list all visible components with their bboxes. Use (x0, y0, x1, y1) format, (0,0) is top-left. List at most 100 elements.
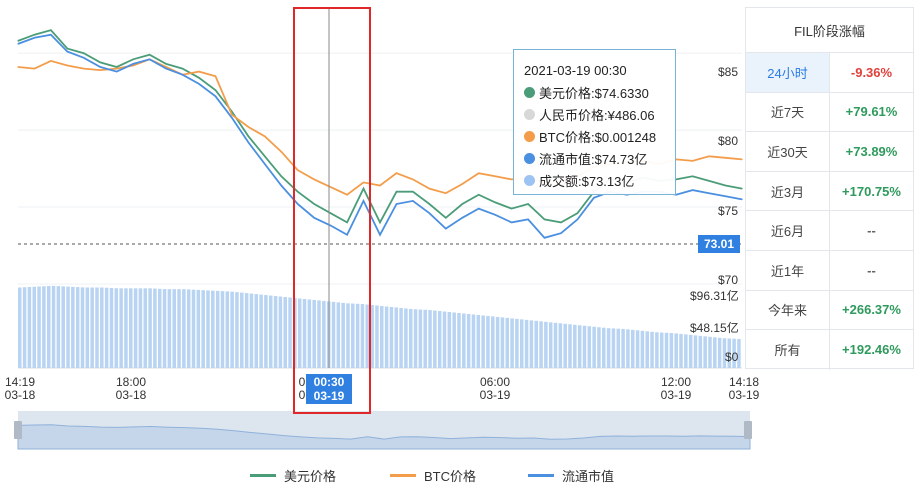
range-navigator[interactable] (14, 411, 752, 450)
volume-bar (283, 297, 287, 368)
volume-bar (22, 287, 27, 368)
series-point (692, 175, 694, 177)
series-point (83, 52, 85, 54)
highlight-box (293, 7, 371, 414)
current-price-tag: 73.01 (698, 235, 740, 253)
legend-item-mcap[interactable]: 流通市值 (528, 466, 614, 485)
series-point (132, 58, 134, 60)
volume-bar (568, 324, 572, 368)
volume-bar (471, 314, 476, 368)
series-point (165, 63, 167, 65)
volume-bar (462, 313, 466, 368)
dot-icon (524, 174, 535, 186)
series-point (99, 61, 101, 64)
series-point (181, 67, 184, 70)
volume-bar (577, 325, 582, 368)
volume-bar (177, 289, 181, 368)
volume-bar (114, 288, 119, 368)
series-point (116, 67, 118, 70)
volume-bar (563, 323, 567, 368)
series-point (379, 184, 381, 187)
volume-bar (669, 333, 674, 368)
volume-bar (548, 322, 553, 368)
tooltip-row-cny: 人民币价格:¥486.06 (524, 103, 675, 125)
volume-bar (268, 295, 273, 368)
series-point (165, 67, 167, 70)
volume-bar (37, 286, 41, 368)
volume-bar (515, 318, 519, 368)
volume-bar (630, 329, 635, 368)
series-point (132, 63, 134, 65)
volume-bar (201, 290, 205, 368)
volume-bar (519, 319, 524, 368)
right-handle-icon (744, 421, 752, 439)
series-point (741, 158, 743, 160)
volume-bar (481, 315, 485, 368)
period-row-ytd[interactable]: 今年来 +266.37% (746, 290, 913, 331)
volume-bar (423, 309, 427, 368)
volume-bar (664, 332, 669, 368)
series-point (741, 187, 743, 190)
volume-bar (240, 292, 244, 368)
volume-bar (186, 289, 191, 368)
series-point (445, 217, 447, 219)
series-point (724, 195, 727, 197)
volume-bar (148, 288, 152, 368)
period-row-6m[interactable]: 近6月 -- (746, 211, 913, 251)
series-point (560, 232, 562, 234)
volume-bar (476, 314, 481, 368)
volume-bar (153, 288, 157, 368)
series-point (379, 221, 381, 224)
volume-tick-mid: $48.15亿 (690, 321, 739, 335)
period-row-24h[interactable]: 24小时 -9.36% (746, 53, 913, 93)
period-row-all[interactable]: 所有 +192.46% (746, 330, 913, 370)
series-point (181, 74, 184, 76)
series-point (511, 207, 513, 210)
series-point (692, 189, 694, 191)
dot-icon (524, 86, 535, 98)
series-point (445, 228, 447, 230)
series-point (247, 126, 249, 128)
series-point (724, 157, 727, 159)
series-point (708, 192, 710, 194)
volume-bar (264, 295, 268, 368)
series-point (214, 75, 217, 77)
x-tick: 14:18 03-19 (728, 375, 760, 402)
legend-item-btc[interactable]: BTC价格 (390, 466, 476, 485)
volume-bar (684, 334, 688, 368)
volume-bar (375, 305, 379, 368)
volume-bar (505, 317, 510, 368)
x-tick: 14:19 03-18 (4, 375, 36, 402)
period-row-7d[interactable]: 近7天 +79.61% (746, 92, 913, 133)
series-point (116, 71, 118, 73)
tooltip-row-btc: BTC价格:$0.001248 (524, 125, 675, 147)
volume-bar (597, 327, 601, 368)
series-point (50, 34, 52, 36)
volume-bar (90, 287, 94, 368)
volume-bars (18, 285, 741, 368)
volume-bar (442, 311, 447, 368)
volume-bar (75, 287, 80, 368)
volume-bar (61, 286, 65, 368)
y-tick-80: $80 (718, 134, 739, 148)
series-point (149, 54, 151, 56)
volume-bar (553, 322, 558, 368)
volume-bar (109, 287, 114, 368)
volume-bar (254, 294, 259, 368)
volume-bar (621, 328, 625, 368)
series-point (445, 192, 447, 194)
volume-bar (708, 336, 712, 368)
series-point (116, 66, 118, 68)
period-row-3m[interactable]: 近3月 +170.75% (746, 171, 913, 212)
period-row-1y[interactable]: 近1年 -- (746, 250, 913, 291)
volume-bar (698, 335, 703, 368)
period-row-30d[interactable]: 近30天 +73.89% (746, 132, 913, 172)
series-point (264, 135, 266, 137)
legend-item-usd[interactable]: 美元价格 (250, 466, 336, 485)
series-point (33, 34, 36, 36)
volume-bar (220, 291, 225, 368)
volume-bar (206, 290, 210, 368)
series-point (247, 135, 249, 137)
x-tick: 12:00 03-19 (660, 375, 692, 402)
volume-bar (457, 313, 461, 368)
